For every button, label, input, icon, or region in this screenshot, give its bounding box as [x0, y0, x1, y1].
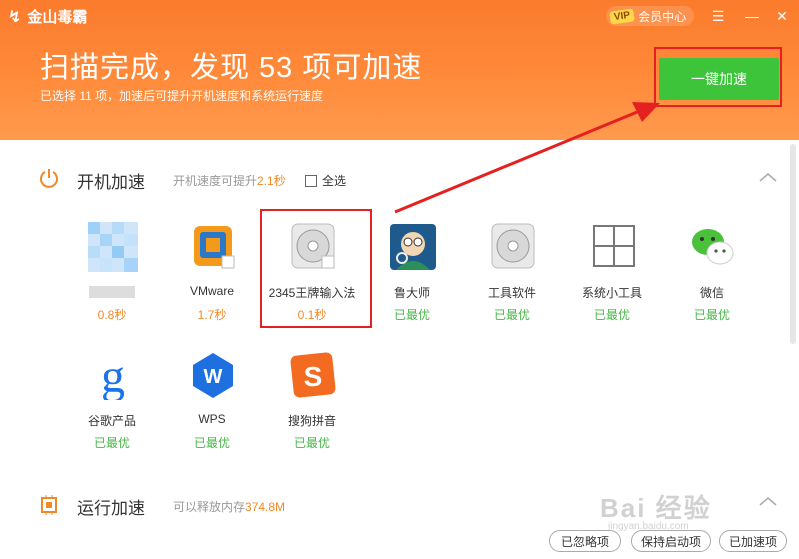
startup-item-system-widgets[interactable]: 系统小工具 已最优 [562, 222, 662, 332]
minimize-icon[interactable]: — [742, 6, 762, 26]
disc-icon [491, 223, 535, 269]
startup-item-status: 1.7秒 [197, 308, 227, 322]
startup-item-status: 已最优 [193, 436, 230, 450]
startup-item-name: 鲁大师 [393, 286, 430, 300]
select-all-checkbox[interactable]: 全选 [305, 172, 346, 189]
startup-title: 开机加速 [77, 173, 145, 192]
startup-item-status: 0.8秒 [97, 308, 127, 322]
wps-icon: W [193, 353, 233, 398]
startup-item-sogou[interactable]: S 搜狗拼音 已最优 [262, 350, 362, 460]
boosted-items-button[interactable]: 已加速项 [719, 530, 787, 552]
scan-result-subline: 已选择 11 项，加速后可提升开机速度和系统运行速度 [40, 89, 324, 103]
svg-text:W: W [204, 366, 223, 388]
watermark-text: Bai 经验 [600, 493, 712, 523]
vmware-icon [194, 226, 235, 269]
startup-hint-prefix: 开机速度可提升 [173, 174, 258, 188]
startup-item-status: 已最优 [593, 308, 630, 322]
vip-center-button[interactable]: VIP 会员中心 [606, 6, 695, 26]
startup-item-status: 已最优 [693, 308, 730, 322]
startup-item-wechat[interactable]: 微信 已最优 [662, 222, 762, 332]
sogou-icon: S [290, 352, 336, 398]
scrollbar[interactable] [790, 144, 796, 344]
vip-icon: VIP [609, 7, 635, 25]
startup-section-header: 开机加速 开机速度可提升2.1秒 全选 [0, 162, 790, 202]
runtime-title: 运行加速 [77, 499, 145, 518]
logo-icon: ↯ [8, 8, 22, 26]
svg-text:g: g [101, 350, 125, 400]
close-icon[interactable]: ✕ [772, 6, 792, 26]
app-title: 金山毒霸 [27, 9, 88, 26]
vip-center-label: 会员中心 [638, 9, 687, 24]
startup-item-name: 工具软件 [487, 286, 536, 300]
cpu-icon [41, 495, 57, 515]
google-icon: g [101, 350, 125, 400]
startup-item-name: 谷歌产品 [87, 414, 136, 428]
startup-item-ludashi[interactable]: 鲁大师 已最优 [362, 222, 462, 332]
startup-item-tools[interactable]: 工具软件 已最优 [462, 222, 562, 332]
runtime-hint: 可以释放内存374.8M [173, 498, 285, 515]
startup-hint: 开机速度可提升2.1秒 [173, 172, 286, 189]
startup-item-name [89, 286, 135, 298]
select-all-label: 全选 [322, 174, 347, 188]
startup-item-status: 已最优 [93, 436, 130, 450]
one-click-boost-button[interactable]: 一键加速 [659, 58, 779, 100]
collapse-chevron-icon[interactable] [758, 170, 778, 184]
app-window: ↯ 金山毒霸 VIP 会员中心 ☰ — ✕ 扫描完成，发现 53 项可加速 已选… [0, 0, 799, 559]
app-logo: ↯ 金山毒霸 [8, 6, 87, 27]
startup-item-name: 微信 [699, 286, 724, 300]
svg-text:S: S [304, 361, 323, 392]
startup-item-blurred[interactable]: 0.8秒 [62, 222, 162, 332]
header-banner: ↯ 金山毒霸 VIP 会员中心 ☰ — ✕ 扫描完成，发现 53 项可加速 已选… [0, 0, 799, 140]
kept-startup-button[interactable]: 保持启动项 [631, 530, 711, 552]
runtime-hint-prefix: 可以释放内存 [173, 500, 246, 514]
startup-item-status: 已最优 [393, 308, 430, 322]
ignored-items-button[interactable]: 已忽略项 [549, 530, 621, 552]
blurred-icon [88, 222, 138, 272]
scan-result-headline: 扫描完成，发现 53 项可加速 [40, 52, 423, 84]
annotation-box-2345 [260, 209, 372, 328]
startup-item-status: 已最优 [293, 436, 330, 450]
startup-item-name: WPS [198, 412, 226, 426]
ludashi-icon [390, 224, 436, 270]
startup-item-name: 搜狗拼音 [287, 414, 336, 428]
startup-item-google[interactable]: g 谷歌产品 已最优 [62, 350, 162, 460]
startup-hint-value: 2.1秒 [257, 174, 286, 188]
startup-item-status: 已最优 [493, 308, 530, 322]
startup-item-wps[interactable]: W WPS 已最优 [162, 350, 262, 460]
startup-item-name: VMware [189, 284, 234, 298]
collapse-chevron-icon[interactable] [758, 494, 778, 508]
windows-icon [593, 225, 635, 267]
startup-item-name: 系统小工具 [581, 286, 642, 300]
wechat-icon [692, 229, 734, 265]
menu-icon[interactable]: ☰ [708, 6, 728, 26]
startup-item-vmware[interactable]: VMware 1.7秒 [162, 222, 262, 332]
runtime-hint-value: 374.8M [245, 500, 286, 514]
power-icon [40, 169, 58, 188]
footer-bar: 已忽略项 保持启动项 已加速项 [0, 525, 799, 559]
checkbox-box[interactable] [305, 174, 317, 187]
